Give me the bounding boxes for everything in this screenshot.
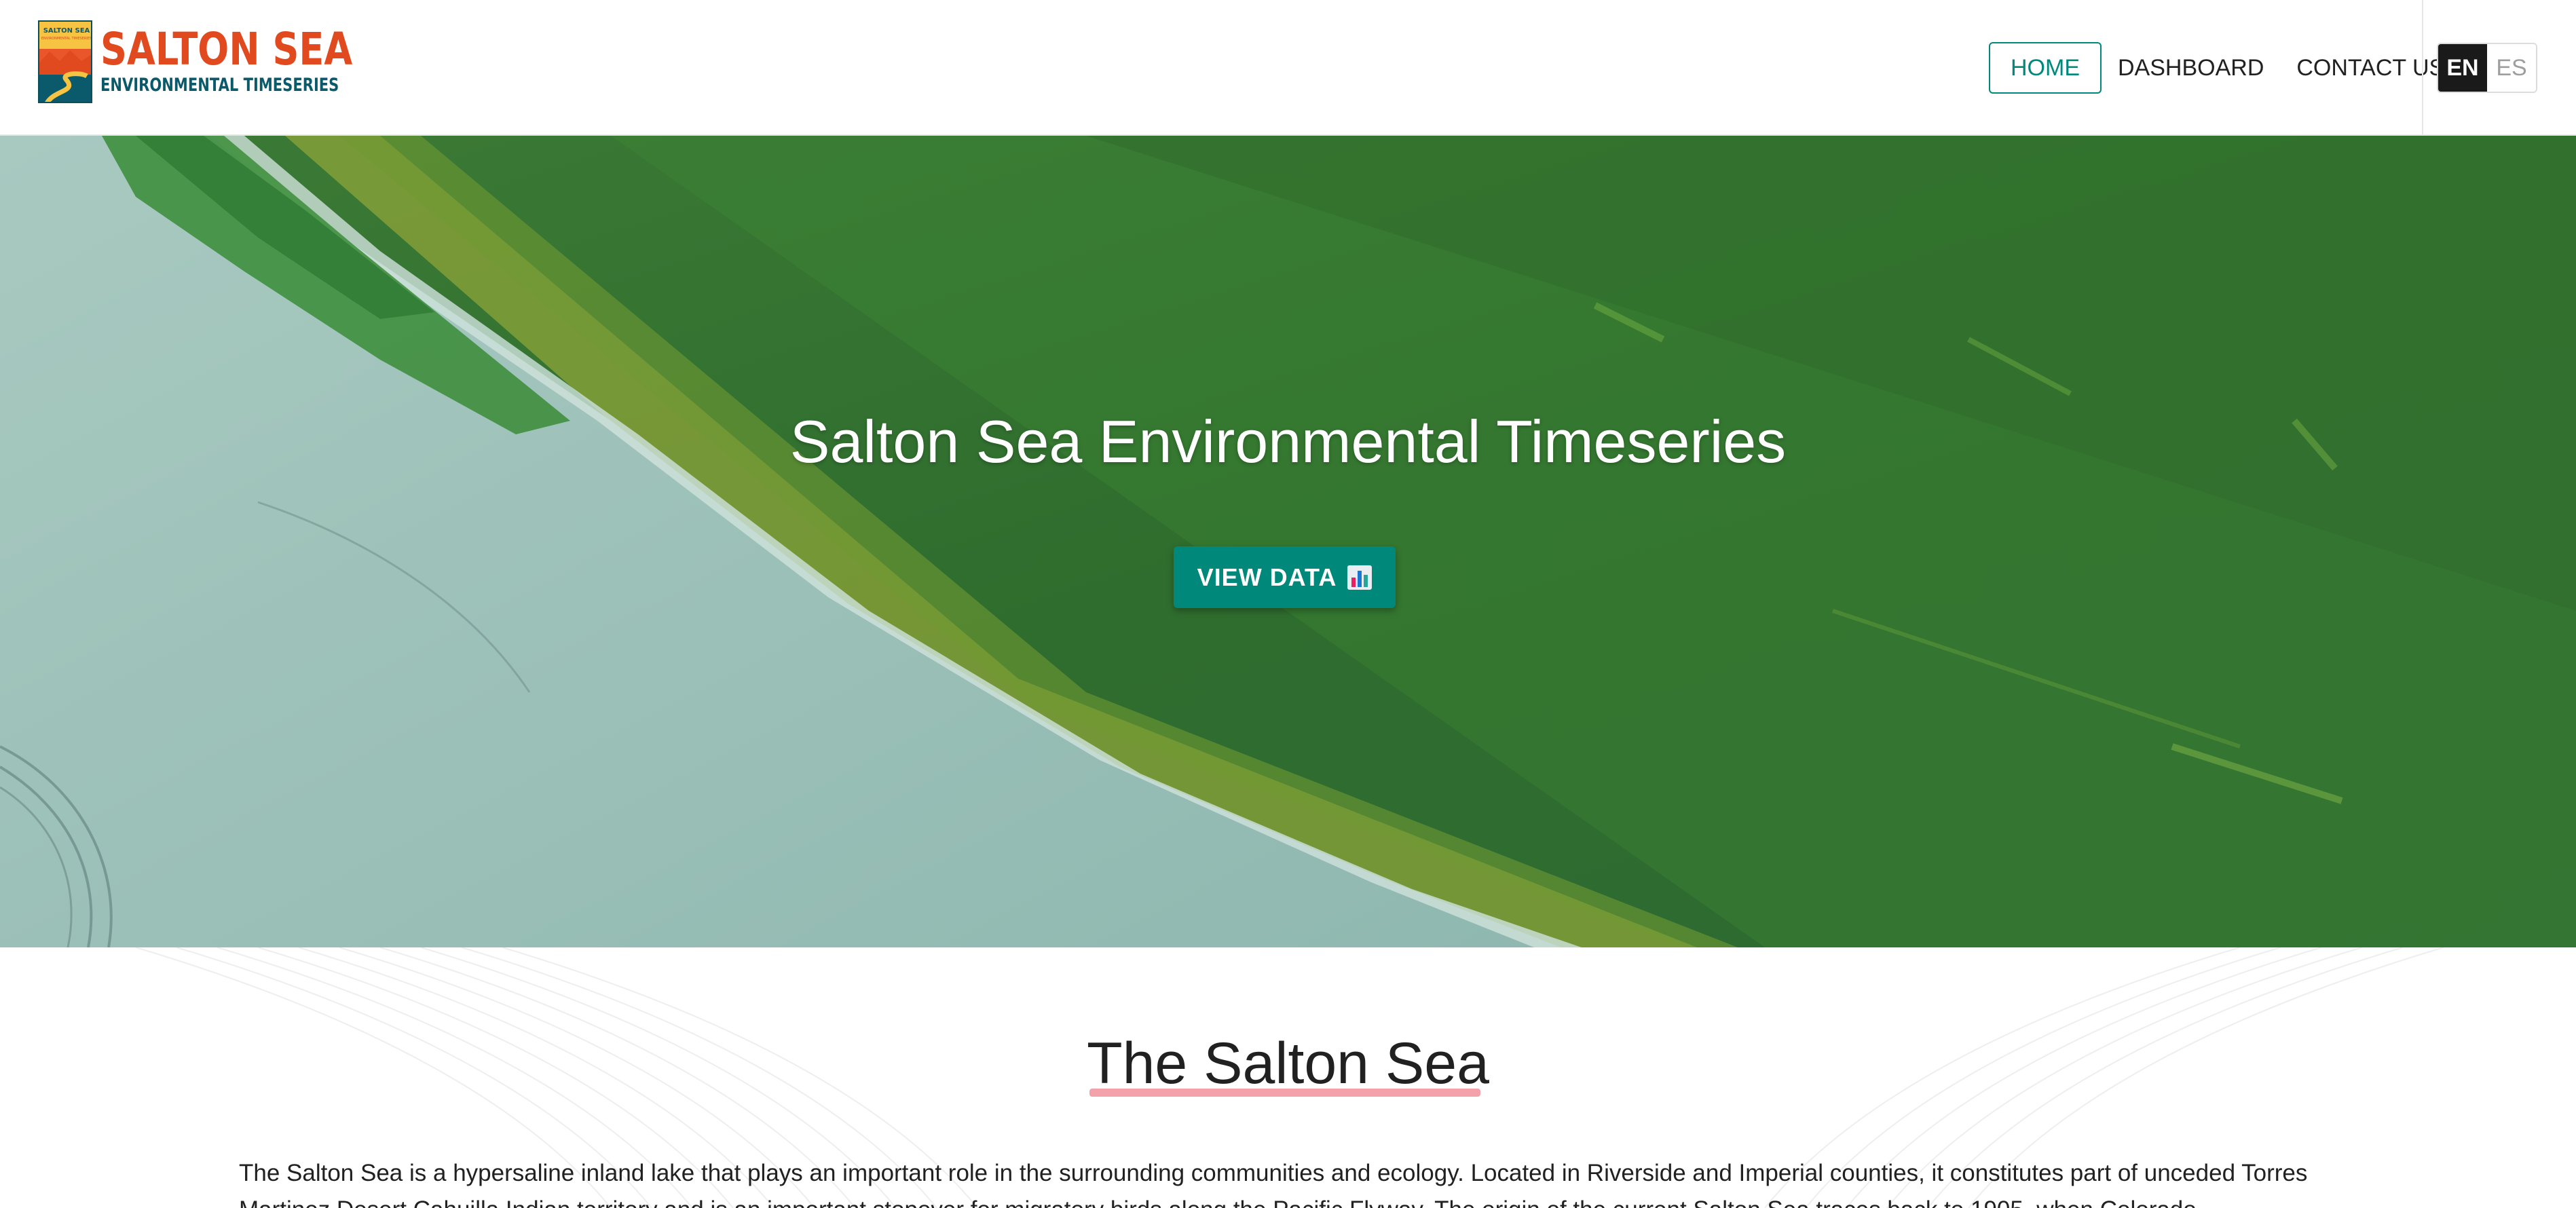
title-underline — [1089, 1089, 1480, 1097]
logo-subtitle: ENVIRONMENTAL TIMESERIES — [100, 75, 339, 96]
lang-en-button[interactable]: EN — [2438, 44, 2487, 92]
lang-es-button[interactable]: ES — [2487, 44, 2536, 92]
hero-background-image — [0, 136, 2576, 947]
bar-chart-icon — [1347, 565, 1373, 590]
view-data-button[interactable]: VIEW DATA — [1174, 546, 1396, 608]
section-title: The Salton Sea — [1087, 1031, 1489, 1096]
logo-badge-icon: SALTON SEA ENVIRONMENTAL TIMESERIES — [38, 20, 92, 103]
logo-title: SALTON SEA — [100, 23, 353, 75]
view-data-label: VIEW DATA — [1197, 563, 1337, 591]
nav-divider — [2422, 0, 2423, 136]
about-section: The Salton Sea The Salton Sea is a hyper… — [0, 947, 2576, 1208]
nav-contact-us[interactable]: CONTACT US — [2280, 42, 2461, 94]
nav-home[interactable]: HOME — [1989, 42, 2102, 94]
nav-dashboard[interactable]: DASHBOARD — [2102, 42, 2280, 94]
site-logo[interactable]: SALTON SEA ENVIRONMENTAL TIMESERIES SALT… — [38, 20, 408, 103]
hero-title: Salton Sea Environmental Timeseries — [789, 408, 1787, 475]
main-nav: HOME DASHBOARD CONTACT US — [1989, 42, 2461, 94]
svg-text:SALTON SEA: SALTON SEA — [43, 27, 90, 35]
svg-text:ENVIRONMENTAL TIMESERIES: ENVIRONMENTAL TIMESERIES — [41, 37, 92, 41]
language-toggle: EN ES — [2437, 43, 2537, 93]
intro-paragraph: The Salton Sea is a hypersaline inland l… — [239, 1160, 2308, 1208]
top-app-bar: SALTON SEA ENVIRONMENTAL TIMESERIES SALT… — [0, 0, 2576, 136]
hero-banner: Salton Sea Environmental Timeseries VIEW… — [0, 136, 2576, 947]
